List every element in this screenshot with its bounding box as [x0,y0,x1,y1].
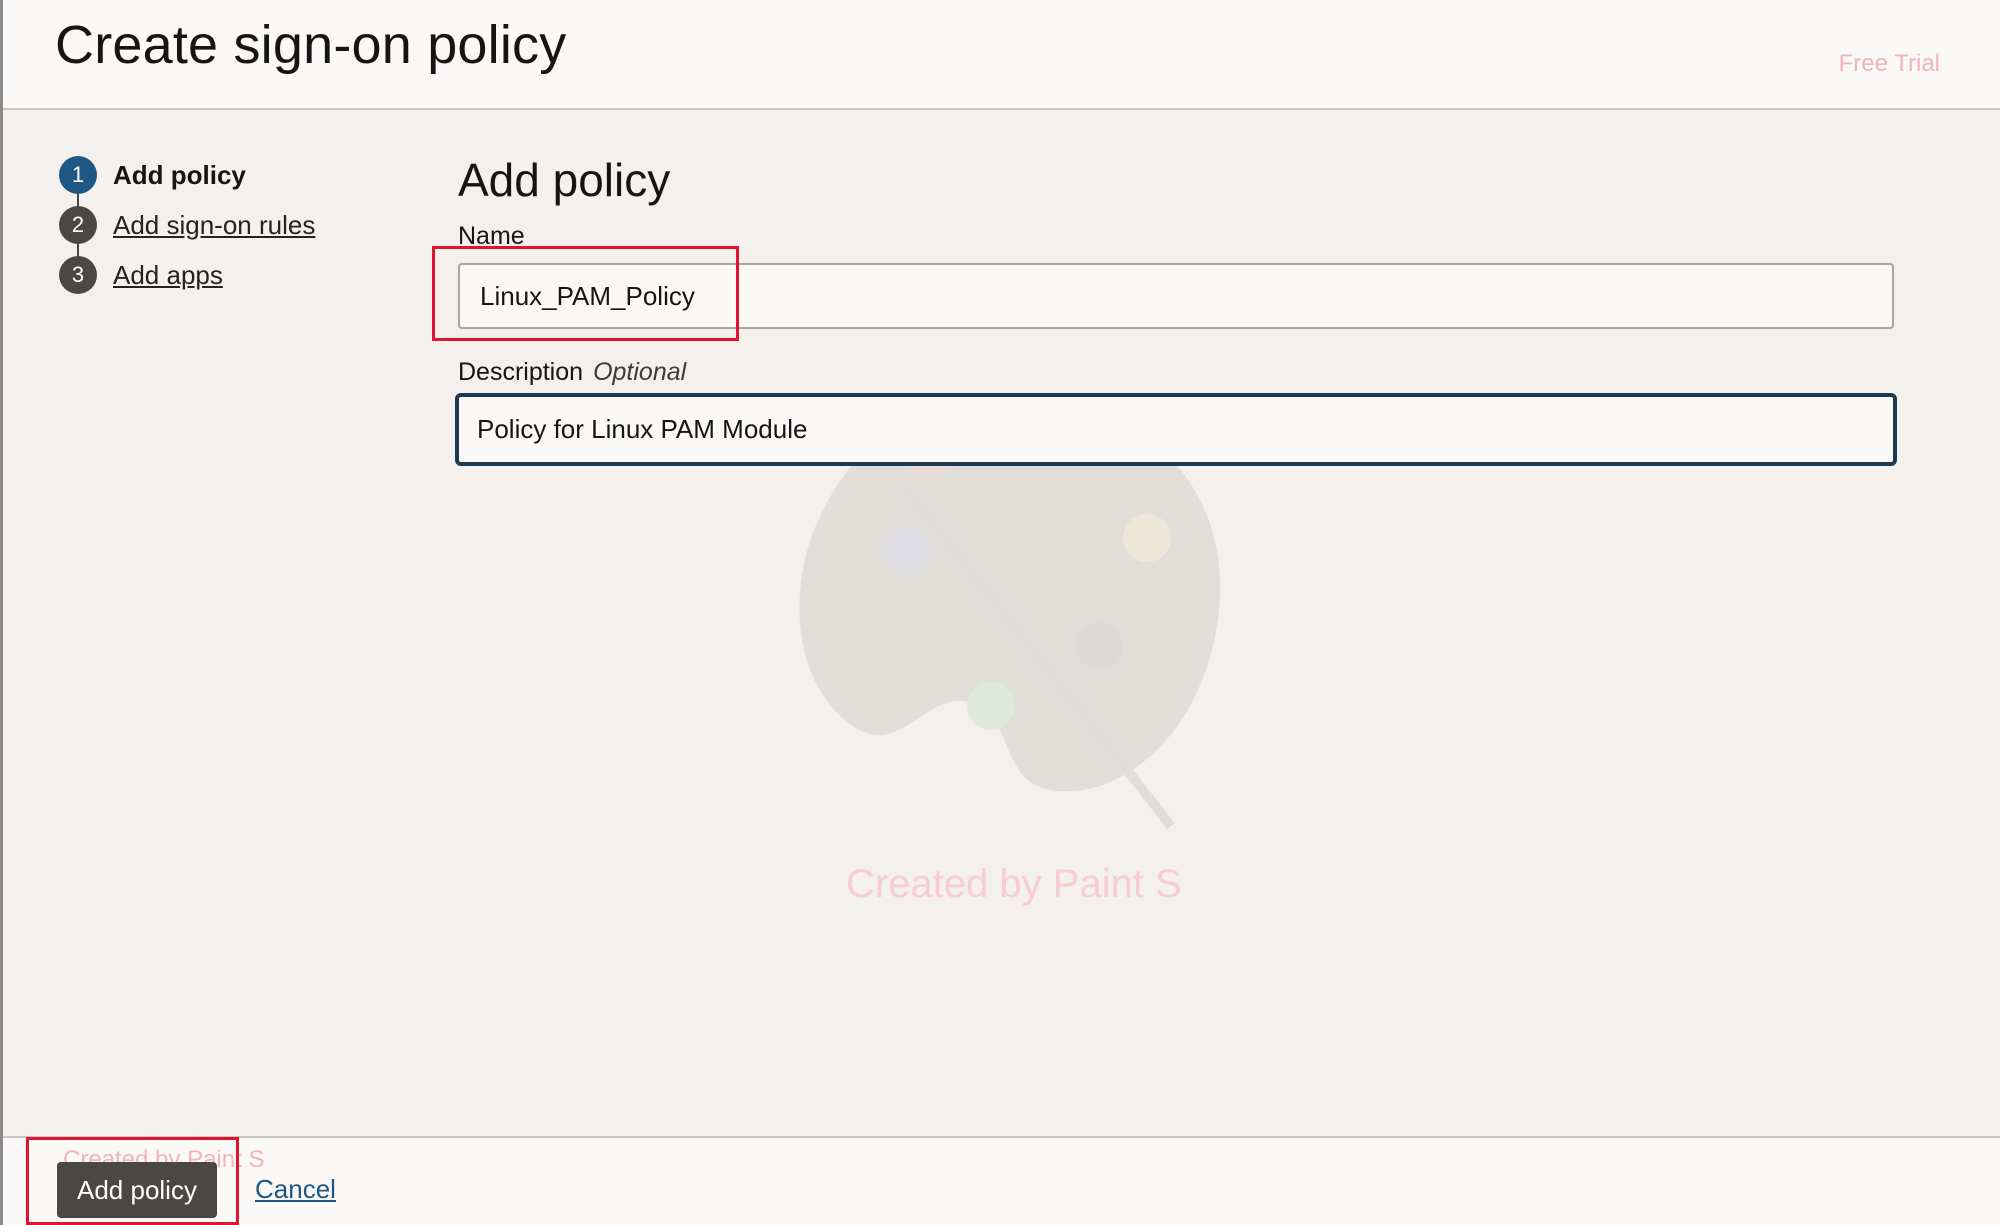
page: Create sign-on policy Free Trial Created… [0,0,2000,1225]
description-label-text: Description [458,358,584,386]
name-input-value: Linux_PAM_Policy [480,280,695,311]
description-input[interactable]: Policy for Linux PAM Module [455,393,1897,466]
description-input-value: Policy for Linux PAM Module [477,414,808,444]
add-policy-button[interactable]: Add policy [57,1162,217,1218]
step-add-sign-on-rules[interactable]: 2 Add sign-on rules [59,200,315,250]
policy-form: Add policy Name Linux_PAM_Policy Descrip… [455,150,1898,466]
step-add-policy: 1 Add policy [59,150,315,200]
step-add-apps[interactable]: 3 Add apps [59,250,315,300]
optional-tag: Optional [593,358,687,386]
step-number-2: 2 [59,206,97,244]
page-footer: Created by Paint S Add policy Cancel [3,1136,2000,1225]
page-title: Create sign-on policy [55,15,567,75]
step-number-1: 1 [59,156,97,194]
free-trial-watermark: Free Trial [1838,50,1940,77]
paint-watermark: Created by Paint S [846,862,1182,906]
page-header: Create sign-on policy Free Trial [3,0,2000,110]
step-label-add-policy: Add policy [113,159,246,190]
step-link-add-sign-on-rules[interactable]: Add sign-on rules [113,210,315,241]
step-link-add-apps[interactable]: Add apps [113,260,223,291]
description-label: Description Optional [458,358,686,387]
name-label-text: Name [458,222,525,250]
section-title: Add policy [458,154,671,206]
name-input[interactable]: Linux_PAM_Policy [458,263,1894,329]
name-label: Name [458,222,525,251]
wizard-steps: 1 Add policy 2 Add sign-on rules 3 Add a… [59,150,315,300]
cancel-link[interactable]: Cancel [255,1174,336,1205]
step-number-3: 3 [59,256,97,294]
